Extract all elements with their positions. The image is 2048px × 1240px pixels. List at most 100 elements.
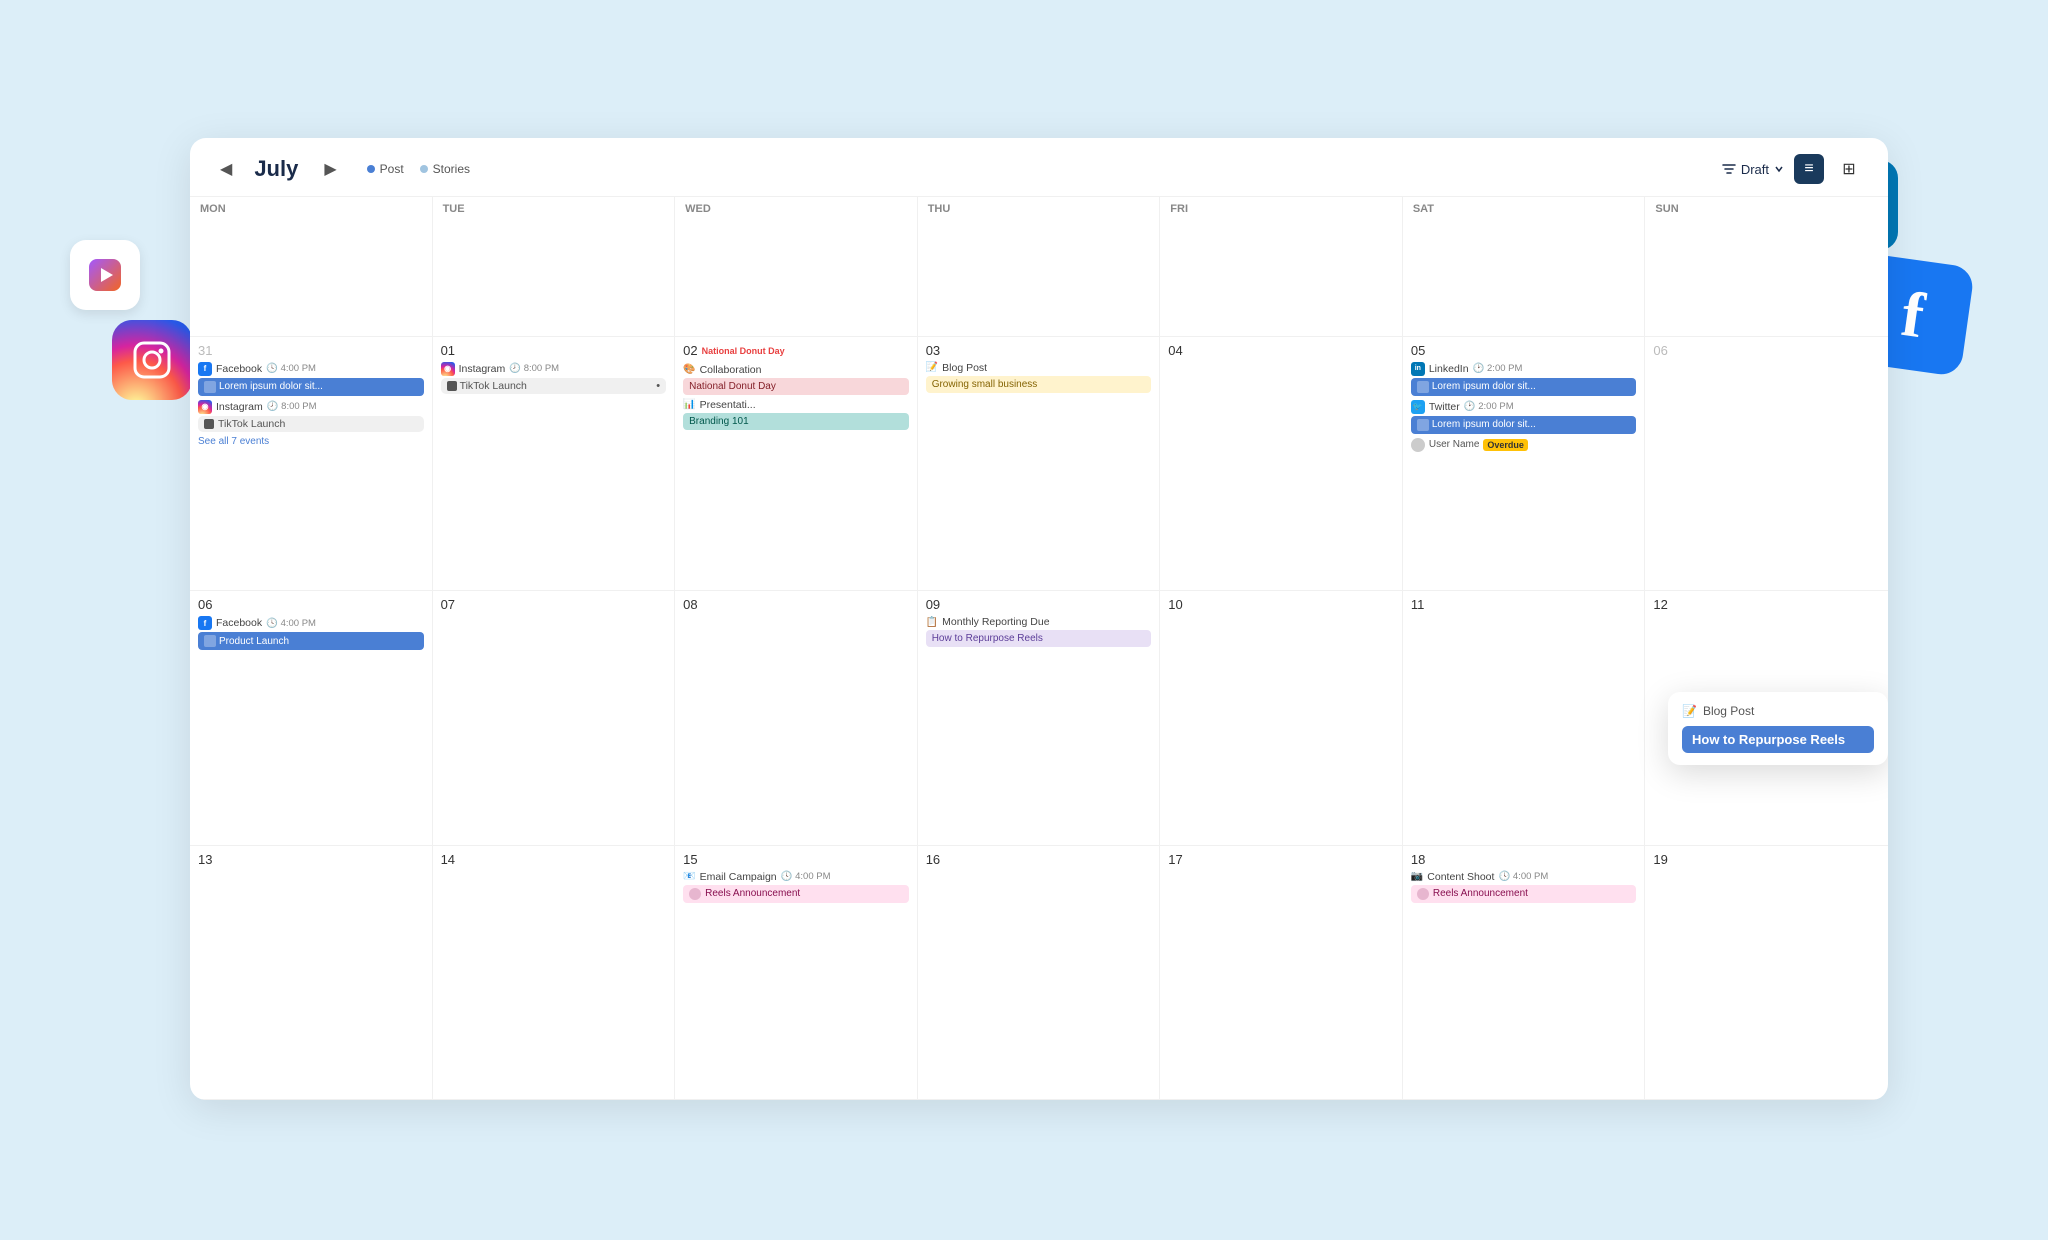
twitter-platform-05: Twitter: [1429, 401, 1460, 413]
day-cell-16: 16: [918, 846, 1161, 1101]
day-cell-07: 07: [433, 591, 676, 846]
day-number-31: 31: [198, 343, 424, 358]
growing-small-biz-event[interactable]: Growing small business: [926, 376, 1152, 393]
day-number-02: 02: [683, 343, 697, 358]
prev-month-button[interactable]: ◀: [214, 157, 238, 181]
facebook-platform-icon-w2: f: [198, 616, 212, 630]
col-header-thu: Thu: [918, 197, 1161, 337]
blog-post-label-03: Blog Post: [942, 362, 987, 374]
day-number-17: 17: [1168, 852, 1394, 867]
legend-stories-label: Stories: [433, 162, 470, 176]
product-launch-event[interactable]: Product Launch: [198, 632, 424, 650]
day-number-11: 11: [1411, 597, 1637, 612]
facebook-platform-w2: Facebook: [216, 617, 262, 629]
linkedin-header: in LinkedIn 🕑 2:00 PM: [1411, 362, 1637, 376]
email-campaign-label: Email Campaign: [700, 871, 777, 883]
instagram-icon: [112, 320, 192, 400]
legend-stories: Stories: [420, 162, 470, 176]
see-all-events[interactable]: See all 7 events: [198, 436, 424, 447]
reels-announcement-15-event[interactable]: Reels Announcement: [683, 885, 909, 903]
day-number-05: 05: [1411, 343, 1637, 358]
facebook-platform-icon: f: [198, 362, 212, 376]
event-lorem-pill[interactable]: Lorem ipsum dolor sit...: [198, 378, 424, 396]
linkedin-time-05: 🕑 2:00 PM: [1473, 363, 1523, 374]
day-cell-10: 10: [1160, 591, 1403, 846]
facebook-platform-name: Facebook: [216, 363, 262, 375]
branding-101-event[interactable]: Branding 101: [683, 413, 909, 430]
day-cell-19: 19: [1645, 846, 1888, 1101]
presentation-header: 📊 Presentati...: [683, 399, 909, 411]
national-donut-label: National Donut Day: [702, 346, 785, 356]
facebook-event-time: 🕓 4:00 PM: [266, 363, 316, 374]
instagram-event-time: 🕗 8:00 PM: [267, 401, 317, 412]
filter-label: Draft: [1741, 162, 1769, 177]
grid-view-button[interactable]: ⊞: [1834, 154, 1864, 184]
content-shoot-label: Content Shoot: [1427, 871, 1494, 883]
day-cell-18: 18 📷 Content Shoot 🕓 4:00 PM Reels Annou…: [1403, 846, 1646, 1101]
day-number-03: 03: [926, 343, 1152, 358]
instagram-platform-icon: ◉: [198, 400, 212, 414]
instagram-platform-01: Instagram: [459, 363, 506, 375]
day-cell-01: 01 ◉ Instagram 🕗 8:00 PM TikTok Launch •: [433, 337, 676, 592]
popup-title[interactable]: How to Repurpose Reels: [1682, 726, 1874, 753]
day-number-07: 07: [441, 597, 667, 612]
day-number-13: 13: [198, 852, 424, 867]
filter-button[interactable]: Draft: [1722, 162, 1784, 177]
day-cell-03: 03 📝 Blog Post Growing small business: [918, 337, 1161, 592]
day-number-12: 12: [1653, 597, 1880, 612]
col-header-wed: Wed: [675, 197, 918, 337]
legend-post-label: Post: [380, 162, 404, 176]
tiktok-launch-01-event[interactable]: TikTok Launch •: [441, 378, 667, 394]
instagram-platform-icon-01: ◉: [441, 362, 455, 376]
list-view-button[interactable]: ≡: [1794, 154, 1824, 184]
event-instagram-header: ◉ Instagram 🕗 8:00 PM: [198, 400, 424, 414]
day-number-16: 16: [926, 852, 1152, 867]
user-avatar-05: [1411, 438, 1425, 452]
legend-post: Post: [367, 162, 404, 176]
day-cell-06-sun: 06: [1645, 337, 1888, 592]
monthly-report-label: Monthly Reporting Due: [942, 616, 1049, 628]
twitter-platform-icon-05: 🐦: [1411, 400, 1425, 414]
stories-dot: [420, 165, 428, 173]
day-number-19: 19: [1653, 852, 1880, 867]
day-number-18: 18: [1411, 852, 1637, 867]
day-number-10: 10: [1168, 597, 1394, 612]
day-cell-12: 12 📝 Blog Post How to Repurpose Reels: [1645, 591, 1888, 846]
twitter-lorem-event[interactable]: Lorem ipsum dolor sit...: [1411, 416, 1637, 434]
col-header-sat: Sat: [1403, 197, 1646, 337]
day-cell-31: 31 f Facebook 🕓 4:00 PM Lorem ipsum dolo…: [190, 337, 433, 592]
col-header-tue: Tue: [433, 197, 676, 337]
next-month-button[interactable]: ▶: [318, 157, 342, 181]
day-cell-09: 09 📋 Monthly Reporting Due How to Repurp…: [918, 591, 1161, 846]
calendar-card: ◀ July ▶ Post Stories Draft: [190, 138, 1888, 1100]
col-header-sun: Sun: [1645, 197, 1888, 337]
content-shoot-time: 🕓 4:00 PM: [1498, 871, 1548, 882]
facebook-time-w2: 🕓 4:00 PM: [266, 618, 316, 629]
reels-announcement-18-event[interactable]: Reels Announcement: [1411, 885, 1637, 903]
blog-post-header: 📝 Blog Post: [926, 362, 1152, 374]
day-number-09: 09: [926, 597, 1152, 612]
post-dot: [367, 165, 375, 173]
day-number-15: 15: [683, 852, 909, 867]
day-cell-13: 13: [190, 846, 433, 1101]
tiktok-launch-event[interactable]: TikTok Launch: [198, 416, 424, 432]
day-number-14: 14: [441, 852, 667, 867]
event-facebook-header: f Facebook 🕓 4:00 PM: [198, 362, 424, 376]
day-number-01: 01: [441, 343, 667, 358]
user-name-05: User Name: [1429, 439, 1480, 450]
day-cell-11: 11: [1403, 591, 1646, 846]
repurpose-reels-event[interactable]: How to Repurpose Reels: [926, 630, 1152, 647]
event-instagram-01-header: ◉ Instagram 🕗 8:00 PM: [441, 362, 667, 376]
day-cell-05: 05 in LinkedIn 🕑 2:00 PM Lorem ipsum dol…: [1403, 337, 1646, 592]
presentation-label: Presentati...: [700, 399, 756, 411]
email-campaign-header: 📧 Email Campaign 🕓 4:00 PM: [683, 871, 909, 883]
facebook-w2-header: f Facebook 🕓 4:00 PM: [198, 616, 424, 630]
day-number-mon-06: 06: [198, 597, 424, 612]
national-donut-event[interactable]: National Donut Day: [683, 378, 909, 395]
linkedin-lorem-event[interactable]: Lorem ipsum dolor sit...: [1411, 378, 1637, 396]
twitter-header: 🐦 Twitter 🕑 2:00 PM: [1411, 400, 1637, 414]
day-number-08: 08: [683, 597, 909, 612]
day-cell-02: 02 National Donut Day 🎨 Collaboration Na…: [675, 337, 918, 592]
content-shoot-header: 📷 Content Shoot 🕓 4:00 PM: [1411, 871, 1637, 883]
twitter-time-05: 🕑 2:00 PM: [1464, 401, 1514, 412]
